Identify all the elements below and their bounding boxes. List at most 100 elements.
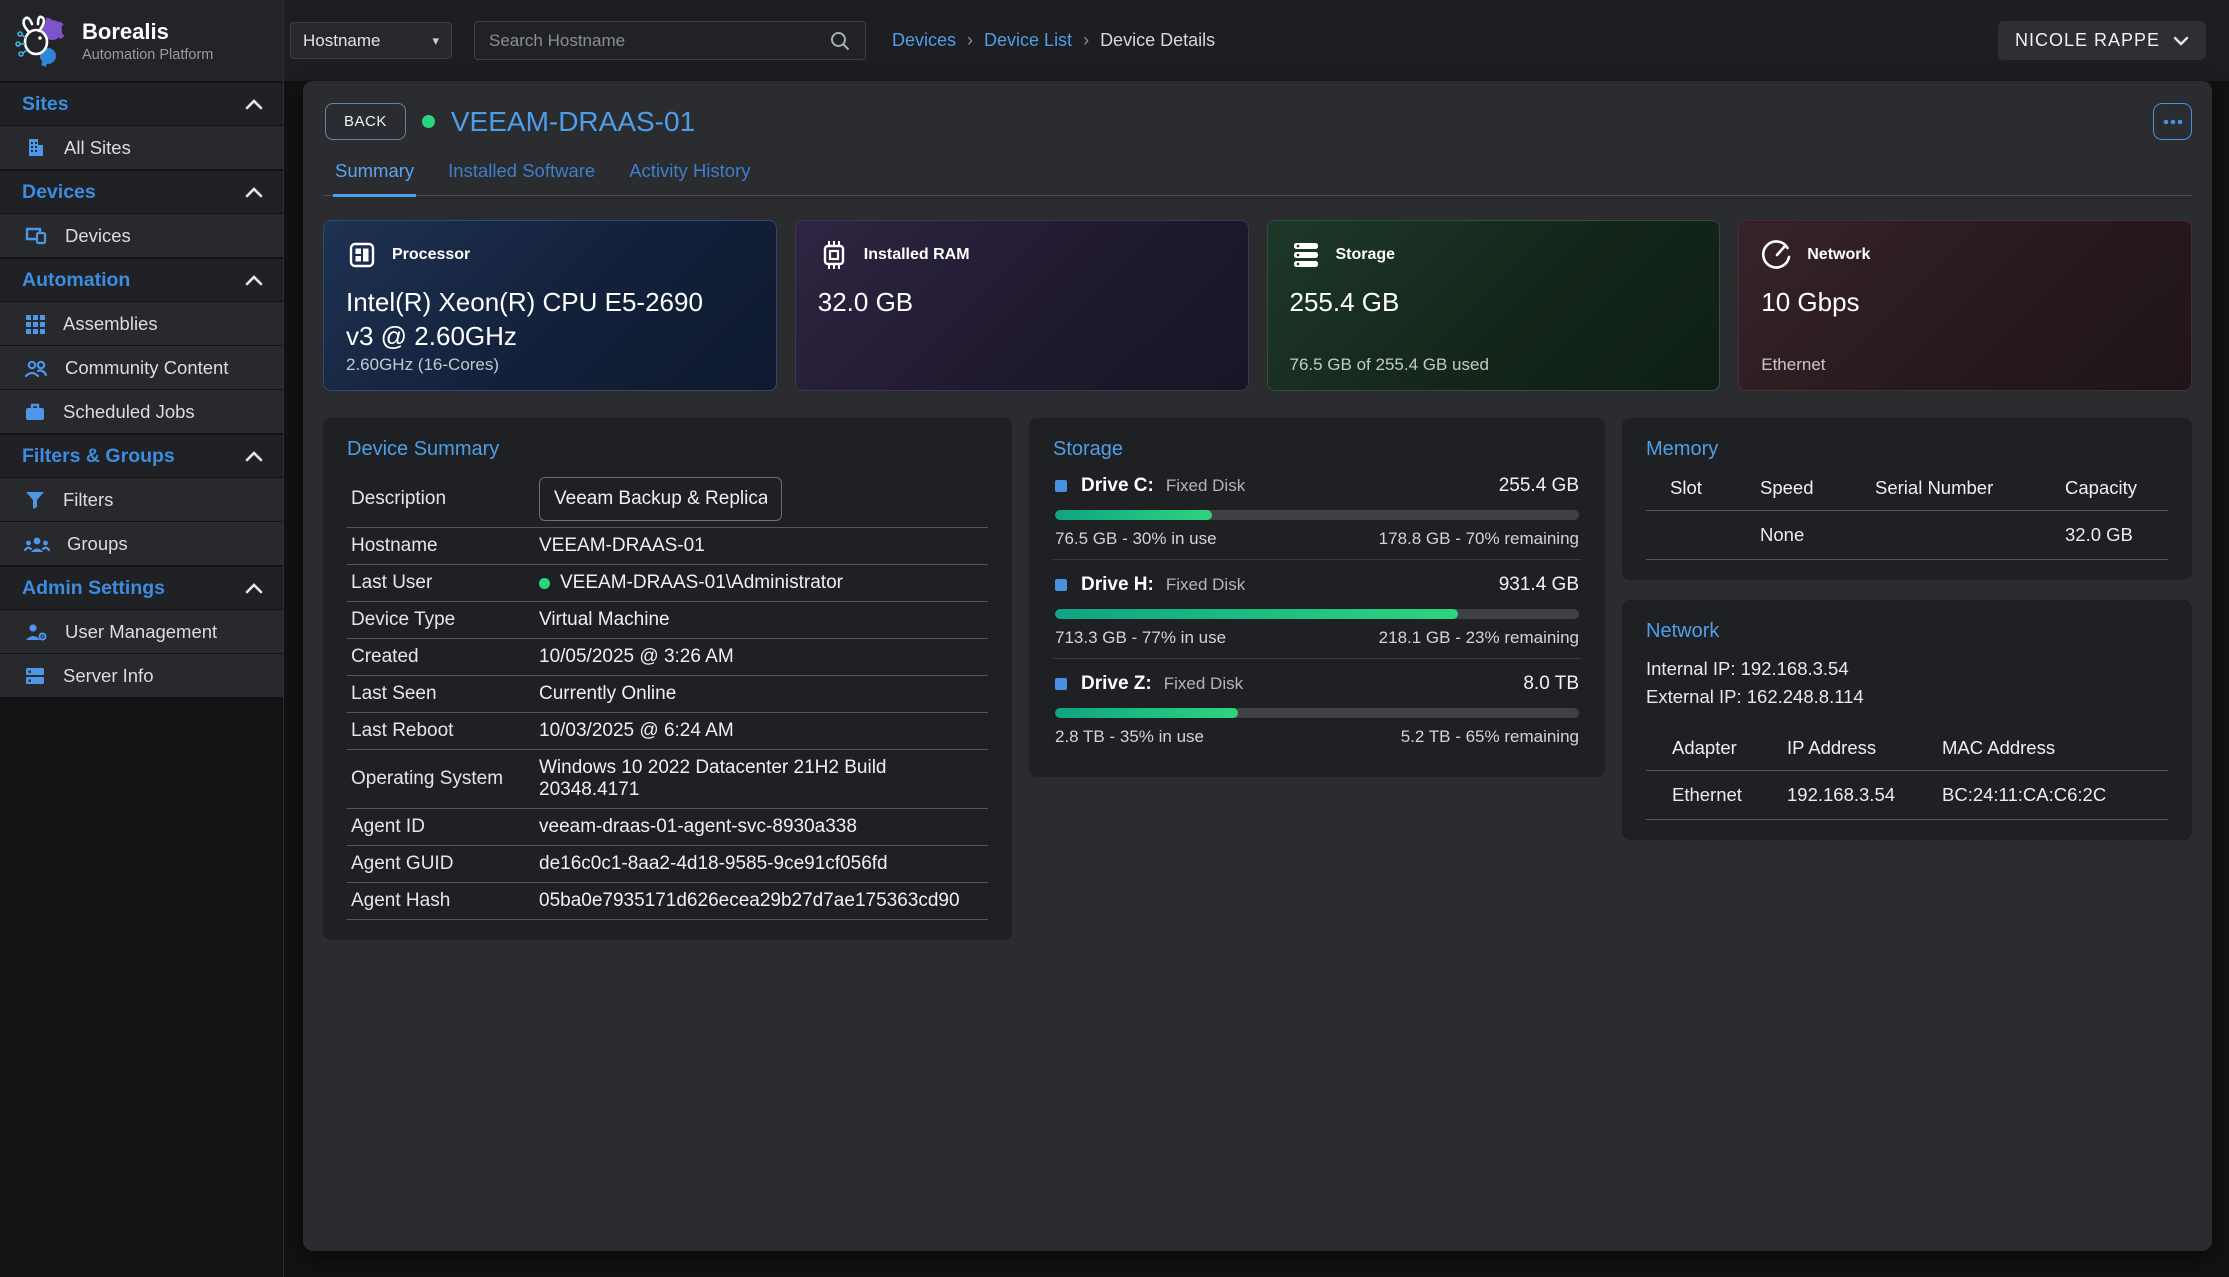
people-icon [24, 357, 48, 379]
memory-panel: Memory Slot Speed Serial Number Capacity… [1622, 418, 2192, 580]
drive-name: Drive H: [1081, 574, 1154, 596]
hostname-filter-label: Hostname [303, 31, 380, 51]
sidebar-item-community-content[interactable]: Community Content [0, 346, 283, 389]
device-summary-panel: Device Summary Description Hostname VEEA… [323, 418, 1012, 940]
column-header: MAC Address [1942, 721, 2168, 770]
sidebar-item-assemblies[interactable]: Assemblies [0, 302, 283, 345]
breadcrumb-devices[interactable]: Devices [892, 30, 956, 51]
detail-panels: Device Summary Description Hostname VEEA… [323, 418, 2192, 940]
memory-speed: None [1760, 511, 1875, 559]
panel-title: Memory [1646, 438, 2168, 461]
drive-used-text: 2.8 TB - 35% in use [1055, 727, 1204, 747]
sidebar-item-user-management[interactable]: User Management [0, 610, 283, 653]
column-header: IP Address [1787, 721, 1942, 770]
card-title: Installed RAM [864, 246, 970, 264]
table-row: Hostname VEEAM-DRAAS-01 [347, 528, 988, 565]
user-name: NICOLE RAPPE [2015, 30, 2160, 51]
external-ip: External IP: 162.248.8.114 [1646, 683, 2168, 711]
card-subtext: 76.5 GB of 255.4 GB used [1290, 355, 1489, 375]
device-summary-table: Description Hostname VEEAM-DRAAS-01 Last… [347, 471, 988, 920]
row-label: Agent GUID [351, 853, 539, 875]
sidebar-item-filters[interactable]: Filters [0, 478, 283, 521]
search-box[interactable] [474, 21, 866, 60]
drive-name: Drive Z: [1081, 673, 1152, 695]
row-value: 05ba0e7935171d626ecea29b27d7ae175363cd90 [539, 890, 960, 912]
sidebar-item-devices[interactable]: Devices [0, 214, 283, 257]
breadcrumb: Devices › Device List › Device Details [892, 30, 1215, 51]
laptop-icon [24, 224, 48, 247]
sidebar-section-automation[interactable]: Automation [0, 259, 283, 301]
groups-icon [24, 533, 50, 555]
row-label: Created [351, 646, 539, 668]
sidebar-section-sites[interactable]: Sites [0, 83, 283, 125]
sidebar: Borealis Automation Platform Sites All S… [0, 0, 284, 1277]
drive-size: 8.0 TB [1523, 673, 1579, 695]
drive-bullet-icon [1055, 678, 1067, 690]
storage-stack-icon [1290, 239, 1322, 271]
tab-activity-history[interactable]: Activity History [627, 160, 752, 197]
description-input[interactable] [539, 477, 782, 521]
storage-card: Storage 255.4 GB 76.5 GB of 255.4 GB use… [1267, 220, 1721, 391]
row-label: Last Seen [351, 683, 539, 705]
storage-panel: Storage Drive C: Fixed Disk 255.4 GB 76.… [1029, 418, 1605, 777]
table-row: Agent GUID de16c0c1-8aa2-4d18-9585-9ce91… [347, 846, 988, 883]
brand-name: Borealis [82, 19, 213, 45]
drive-size: 255.4 GB [1499, 475, 1579, 497]
back-button[interactable]: BACK [325, 103, 406, 140]
tab-summary[interactable]: Summary [333, 160, 416, 197]
section-label: Filters & Groups [22, 445, 245, 468]
user-menu-button[interactable]: NICOLE RAPPE [1998, 21, 2206, 60]
device-status-dot [422, 115, 435, 128]
installed-ram-card: Installed RAM 32.0 GB [795, 220, 1249, 391]
drive-type: Fixed Disk [1164, 674, 1243, 694]
panel-title: Device Summary [347, 438, 988, 461]
drive-usage-fill [1055, 609, 1458, 619]
row-label: Last Reboot [351, 720, 539, 742]
sidebar-item-label: Groups [67, 533, 128, 555]
search-input[interactable] [489, 31, 829, 51]
sidebar-section-devices[interactable]: Devices [0, 171, 283, 213]
gauge-icon [1761, 239, 1793, 271]
table-row: Last User VEEAM-DRAAS-01\Administrator [347, 565, 988, 602]
panel-title: Network [1646, 620, 2168, 643]
chevron-down-icon [2173, 36, 2189, 46]
hostname-filter-select[interactable]: Hostname ▾ [290, 22, 452, 59]
section-label: Automation [22, 269, 245, 292]
sidebar-item-server-info[interactable]: Server Info [0, 654, 283, 697]
drive-bullet-icon [1055, 579, 1067, 591]
section-label: Devices [22, 181, 245, 204]
memory-table-header: Slot Speed Serial Number Capacity [1646, 461, 2168, 511]
brand-logo-area: Borealis Automation Platform [0, 0, 283, 81]
stat-cards: Processor Intel(R) Xeon(R) CPU E5-2690 v… [323, 220, 2192, 391]
breadcrumb-device-list[interactable]: Device List [984, 30, 1072, 51]
drive-type: Fixed Disk [1166, 575, 1245, 595]
rabbit-gear-logo [12, 12, 70, 70]
select-caret-icon: ▾ [432, 33, 439, 49]
card-value: 10 Gbps [1761, 286, 2136, 320]
row-value: veeam-draas-01-agent-svc-8930a338 [539, 816, 857, 838]
tab-installed-software[interactable]: Installed Software [446, 160, 597, 197]
device-title-row: BACK VEEAM-DRAAS-01 [323, 103, 2192, 140]
drive-row-c: Drive C: Fixed Disk 255.4 GB 76.5 GB - 3… [1053, 461, 1581, 560]
section-label: Admin Settings [22, 577, 245, 600]
brand-subtitle: Automation Platform [82, 47, 213, 63]
row-value: Currently Online [539, 683, 676, 705]
row-value: 10/03/2025 @ 6:24 AM [539, 720, 734, 742]
table-row: Operating System Windows 10 2022 Datacen… [347, 750, 988, 809]
sidebar-item-all-sites[interactable]: All Sites [0, 126, 283, 169]
device-actions-button[interactable] [2153, 103, 2192, 140]
column-header: Speed [1760, 461, 1875, 510]
card-title: Storage [1336, 246, 1396, 264]
chevron-up-icon [245, 187, 263, 198]
drive-used-text: 713.3 GB - 77% in use [1055, 628, 1226, 648]
sidebar-item-groups[interactable]: Groups [0, 522, 283, 565]
sidebar-section-filters-groups[interactable]: Filters & Groups [0, 435, 283, 477]
row-label: Description [351, 488, 539, 510]
sidebar-section-admin-settings[interactable]: Admin Settings [0, 567, 283, 609]
sidebar-item-label: Devices [65, 225, 131, 247]
column-header: Serial Number [1875, 461, 2065, 510]
column-header: Slot [1670, 461, 1760, 510]
sidebar-item-scheduled-jobs[interactable]: Scheduled Jobs [0, 390, 283, 433]
funnel-icon [24, 489, 46, 511]
building-icon [24, 136, 47, 159]
